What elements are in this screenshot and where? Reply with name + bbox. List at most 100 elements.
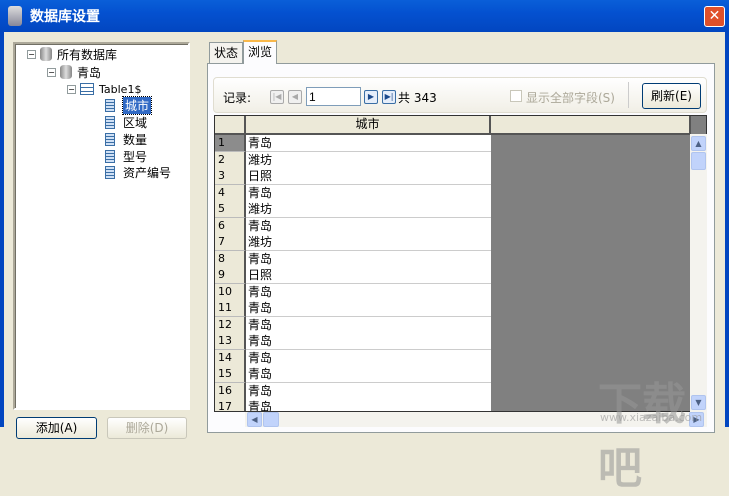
collapse-icon[interactable]: −	[47, 67, 56, 77]
records-label: 记录:	[223, 91, 252, 105]
table-row[interactable]: 4 青岛	[215, 184, 491, 202]
table-row[interactable]: 8 青岛	[215, 250, 491, 268]
table-row[interactable]: 7 潍坊	[215, 234, 491, 251]
databases-icon	[40, 47, 52, 61]
field-icon	[105, 165, 115, 179]
column-header-city[interactable]: 城市	[246, 116, 491, 135]
row-number[interactable]: 4	[215, 184, 246, 202]
title-bar: 数据库设置 ✕	[0, 0, 729, 32]
table-row[interactable]: 10 青岛	[215, 283, 491, 301]
last-record-button[interactable]: ▶|	[382, 90, 396, 104]
database-icon	[8, 6, 22, 26]
table-row[interactable]: 13 青岛	[215, 333, 491, 350]
field-icon	[105, 149, 115, 163]
hscroll-thumb[interactable]	[263, 412, 279, 427]
column-header-empty	[491, 116, 691, 135]
tree-label: 型号	[123, 149, 148, 164]
scroll-left-icon[interactable]: ◀	[247, 412, 262, 427]
row-number[interactable]: 15	[215, 366, 246, 383]
row-number[interactable]: 16	[215, 382, 246, 400]
tree-field-quantity[interactable]: 数量	[105, 131, 147, 147]
table-row[interactable]: 16 青岛	[215, 382, 491, 400]
delete-button[interactable]: 删除(D)	[107, 417, 187, 439]
table-row[interactable]: 2 潍坊	[215, 151, 491, 169]
table-row[interactable]: 12 青岛	[215, 316, 491, 334]
row-number[interactable]: 8	[215, 250, 246, 268]
city-cell[interactable]: 青岛	[246, 283, 491, 301]
city-cell[interactable]: 潍坊	[246, 151, 491, 169]
database-tree[interactable]: − 所有数据库 − 青岛 − Table1$ 城市 区域 数量 型号 资产编号	[13, 42, 190, 410]
row-number[interactable]: 11	[215, 300, 246, 317]
city-cell[interactable]: 青岛	[246, 366, 491, 383]
city-cell[interactable]: 青岛	[246, 135, 491, 152]
row-number[interactable]: 17	[215, 399, 246, 411]
city-cell[interactable]: 青岛	[246, 316, 491, 334]
row-number[interactable]: 13	[215, 333, 246, 350]
table-row[interactable]: 17 青岛	[215, 399, 491, 411]
tree-label: 资产编号	[123, 165, 172, 180]
tree-field-model[interactable]: 型号	[105, 148, 147, 164]
city-cell[interactable]: 日照	[246, 168, 491, 185]
tree-field-city[interactable]: 城市	[105, 95, 153, 115]
row-number[interactable]: 2	[215, 151, 246, 169]
table-row[interactable]: 6 青岛	[215, 217, 491, 235]
field-icon	[105, 98, 115, 112]
table-row[interactable]: 1 青岛	[215, 135, 491, 152]
tab-status[interactable]: 状态	[209, 42, 244, 64]
window-frame-left	[0, 32, 4, 427]
row-number[interactable]: 7	[215, 234, 246, 251]
tree-node-table[interactable]: − Table1$	[67, 81, 141, 97]
window-title: 数据库设置	[30, 9, 100, 25]
row-number[interactable]: 5	[215, 201, 246, 218]
city-cell[interactable]: 青岛	[246, 300, 491, 317]
tree-field-region[interactable]: 区域	[105, 114, 147, 130]
row-number[interactable]: 3	[215, 168, 246, 185]
record-number-input[interactable]	[306, 87, 361, 106]
row-number[interactable]: 9	[215, 267, 246, 284]
next-record-button[interactable]: ▶	[364, 90, 378, 104]
city-cell[interactable]: 青岛	[246, 349, 491, 367]
tree-label: 所有数据库	[57, 47, 118, 62]
row-number[interactable]: 1	[215, 135, 246, 152]
close-button[interactable]: ✕	[704, 6, 725, 27]
row-number[interactable]: 6	[215, 217, 246, 235]
first-record-button[interactable]: |◀	[270, 90, 284, 104]
tree-label: 数量	[123, 132, 148, 147]
watermark-url: www.xiazaiba.com	[600, 411, 703, 424]
table-row[interactable]: 15 青岛	[215, 366, 491, 383]
city-cell[interactable]: 潍坊	[246, 234, 491, 251]
scroll-thumb[interactable]	[691, 152, 706, 170]
tree-node-root[interactable]: − 所有数据库	[27, 46, 117, 62]
tree-node-db[interactable]: − 青岛	[47, 64, 101, 80]
row-number[interactable]: 14	[215, 349, 246, 367]
row-number[interactable]: 12	[215, 316, 246, 334]
city-cell[interactable]: 青岛	[246, 184, 491, 202]
table-row[interactable]: 11 青岛	[215, 300, 491, 317]
city-cell[interactable]: 潍坊	[246, 201, 491, 218]
row-number[interactable]: 10	[215, 283, 246, 301]
collapse-icon[interactable]: −	[67, 84, 76, 94]
show-all-fields-checkbox[interactable]	[510, 90, 522, 102]
collapse-icon[interactable]: −	[27, 49, 36, 59]
city-cell[interactable]: 青岛	[246, 250, 491, 268]
record-toolbar: 记录: |◀ ◀ ▶ ▶| 共 343 显示全部字段(S) 刷新(E)	[213, 77, 707, 113]
prev-record-button[interactable]: ◀	[288, 90, 302, 104]
city-cell[interactable]: 青岛	[246, 333, 491, 350]
tree-label: Table1$	[99, 82, 142, 96]
city-cell[interactable]: 青岛	[246, 217, 491, 235]
table-row[interactable]: 14 青岛	[215, 349, 491, 367]
tree-field-asset-id[interactable]: 资产编号	[105, 164, 171, 180]
scroll-up-icon[interactable]: ▲	[691, 136, 706, 151]
table-row[interactable]: 9 日照	[215, 267, 491, 284]
tab-browse[interactable]: 浏览	[243, 40, 278, 64]
record-total: 共 343	[398, 91, 437, 105]
tree-label: 城市	[121, 95, 153, 115]
add-button[interactable]: 添加(A)	[16, 417, 97, 439]
refresh-button[interactable]: 刷新(E)	[642, 83, 701, 109]
city-cell[interactable]: 日照	[246, 267, 491, 284]
city-cell[interactable]: 青岛	[246, 399, 491, 411]
show-all-fields-label: 显示全部字段(S)	[526, 91, 615, 105]
table-row[interactable]: 3 日照	[215, 168, 491, 185]
table-row[interactable]: 5 潍坊	[215, 201, 491, 218]
city-cell[interactable]: 青岛	[246, 382, 491, 400]
